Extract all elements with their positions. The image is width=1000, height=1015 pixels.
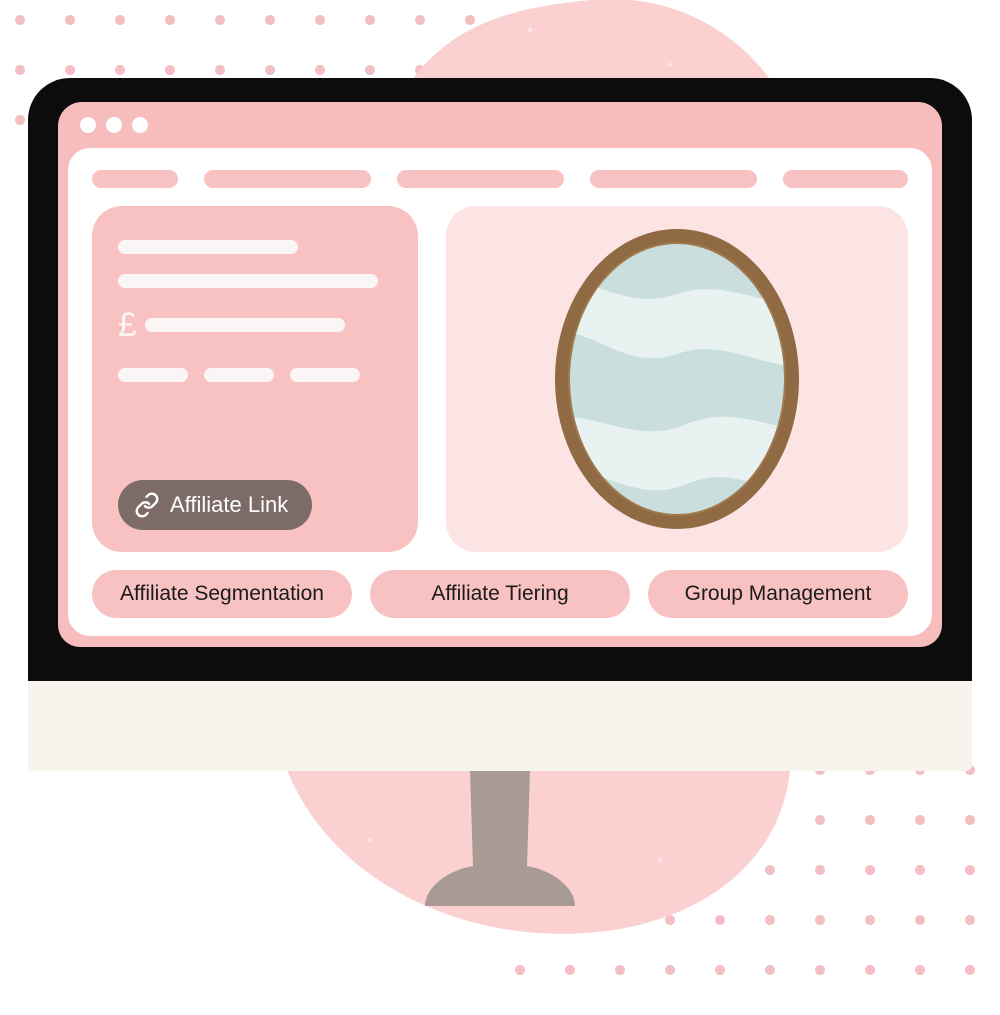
affiliate-segmentation-button[interactable]: Affiliate Segmentation xyxy=(92,570,352,618)
monitor-bezel: £ Affilia xyxy=(28,78,972,681)
placeholder-line xyxy=(118,274,378,288)
placeholder-pill xyxy=(290,368,360,382)
nav-item[interactable] xyxy=(92,170,178,188)
affiliate-link-button[interactable]: Affiliate Link xyxy=(118,480,312,530)
link-icon xyxy=(134,492,160,518)
placeholder-line xyxy=(145,318,345,332)
top-nav xyxy=(92,170,908,188)
mirror-illustration xyxy=(547,224,807,534)
nav-item[interactable] xyxy=(783,170,908,188)
placeholder-line xyxy=(118,240,298,254)
monitor-base xyxy=(28,681,972,771)
product-card: £ Affilia xyxy=(92,206,418,552)
window-control-dot[interactable] xyxy=(132,117,148,133)
currency-symbol: £ xyxy=(118,308,137,342)
affiliate-tiering-button[interactable]: Affiliate Tiering xyxy=(370,570,630,618)
main-columns: £ Affilia xyxy=(92,206,908,552)
mini-pill-row xyxy=(118,368,392,382)
nav-item[interactable] xyxy=(590,170,757,188)
preview-card xyxy=(446,206,908,552)
placeholder-pill xyxy=(204,368,274,382)
monitor-stand xyxy=(425,771,575,911)
placeholder-pill xyxy=(118,368,188,382)
window-control-dot[interactable] xyxy=(106,117,122,133)
browser-titlebar xyxy=(58,102,942,148)
nav-item[interactable] xyxy=(397,170,564,188)
price-row: £ xyxy=(118,308,392,342)
group-management-button[interactable]: Group Management xyxy=(648,570,908,618)
monitor: £ Affilia xyxy=(28,78,972,911)
affiliate-link-label: Affiliate Link xyxy=(170,492,288,518)
bottom-pill-row: Affiliate Segmentation Affiliate Tiering… xyxy=(92,570,908,618)
browser-window: £ Affilia xyxy=(58,102,942,647)
window-control-dot[interactable] xyxy=(80,117,96,133)
nav-item[interactable] xyxy=(204,170,371,188)
page-content: £ Affilia xyxy=(68,148,932,636)
